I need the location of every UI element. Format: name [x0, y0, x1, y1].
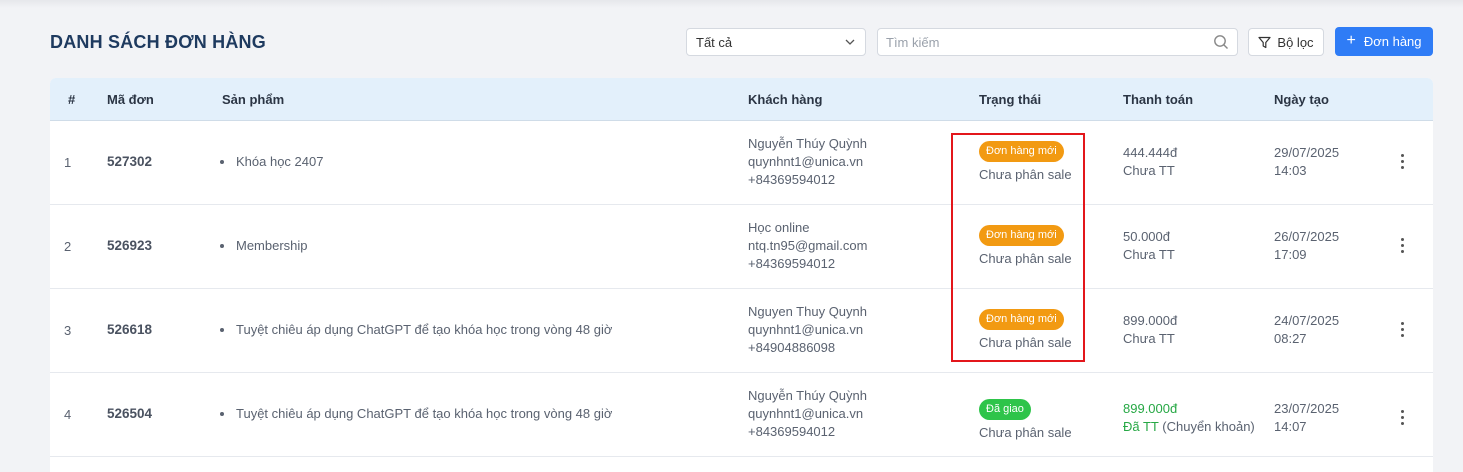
column-header-index: #: [68, 92, 76, 107]
search-box[interactable]: [877, 28, 1238, 56]
status-filter-value: Tất cả: [696, 34, 733, 50]
chevron-down-icon: [845, 39, 855, 45]
customer-email: quynhnt1@unica.vn: [748, 154, 864, 169]
table-row[interactable]: 3 526618 Tuyệt chiêu áp dụng ChatGPT để …: [50, 289, 1433, 373]
table-row[interactable]: 4 526504 Tuyệt chiêu áp dụng ChatGPT để …: [50, 373, 1433, 457]
orders-table: # Mã đơn Sản phẩm Khách hàng Trạng thái …: [50, 78, 1433, 472]
payment-status: Chưa TT: [1123, 247, 1175, 262]
column-header-code[interactable]: Mã đơn: [107, 92, 154, 107]
created-date-cell: 29/07/2025 14:03: [1274, 144, 1339, 180]
customer-info: Nguyen Thuy Quynh quynhnt1@unica.vn +849…: [748, 303, 867, 357]
customer-email: ntq.tn95@gmail.com: [748, 238, 868, 253]
customer-phone: +84369594012: [748, 256, 836, 271]
product-item: Tuyệt chiêu áp dụng ChatGPT để tạo khóa …: [220, 406, 612, 421]
product-name: Tuyệt chiêu áp dụng ChatGPT để tạo khóa …: [236, 322, 613, 337]
created-date: 29/07/2025: [1274, 145, 1340, 160]
payment-method: (Chuyển khoản): [1158, 419, 1255, 434]
order-code[interactable]: 526504: [107, 406, 152, 421]
created-time: 08:27: [1274, 331, 1307, 346]
payment-cell: 50.000đ Chưa TT: [1123, 228, 1175, 264]
status-filter-select[interactable]: Tất cả: [686, 28, 866, 56]
page-title: DANH SÁCH ĐƠN HÀNG: [50, 32, 266, 52]
filter-button-label: Bộ lọc: [1277, 34, 1314, 50]
customer-phone: +84904886098: [748, 340, 836, 355]
created-date-cell: 24/07/2025 08:27: [1274, 312, 1339, 348]
created-date: 23/07/2025: [1274, 401, 1340, 416]
customer-info: Nguyễn Thúy Quỳnh quynhnt1@unica.vn +843…: [748, 135, 867, 189]
order-code[interactable]: 526618: [107, 322, 152, 337]
table-row[interactable]: 1 527302 Khóa học 2407 Nguyễn Thúy Quỳnh…: [50, 121, 1433, 205]
customer-name: Nguyen Thuy Quynh: [748, 304, 867, 319]
order-code[interactable]: 526923: [107, 238, 152, 253]
product-item: Membership: [220, 238, 308, 253]
status-highlight-box: [951, 133, 1085, 362]
more-options-icon[interactable]: [1394, 151, 1410, 171]
created-time: 17:09: [1274, 247, 1307, 262]
column-header-payment: Thanh toán: [1123, 92, 1194, 107]
payment-amount: 899.000đ: [1123, 313, 1178, 328]
payment-cell: 444.444đ Chưa TT: [1123, 144, 1177, 180]
customer-phone: +84369594012: [748, 172, 836, 187]
row-index: 1: [64, 155, 72, 170]
product-name: Tuyệt chiêu áp dụng ChatGPT để tạo khóa …: [236, 406, 613, 421]
table-header: # Mã đơn Sản phẩm Khách hàng Trạng thái …: [50, 78, 1433, 121]
customer-name: Học online: [748, 220, 810, 235]
add-order-button[interactable]: + Đơn hàng: [1335, 27, 1433, 56]
customer-info: Học online ntq.tn95@gmail.com +843695940…: [748, 219, 867, 273]
status-badge: Đã giao: [979, 399, 1031, 420]
row-index: 3: [64, 323, 72, 338]
created-date: 26/07/2025: [1274, 229, 1340, 244]
payment-amount: 899.000đ: [1123, 401, 1178, 416]
bullet-icon: [220, 411, 224, 416]
bullet-icon: [220, 243, 224, 248]
search-input[interactable]: [886, 34, 1186, 50]
bullet-icon: [220, 159, 224, 164]
product-name: Khóa học 2407: [236, 154, 324, 169]
payment-cell: 899.000đ Chưa TT: [1123, 312, 1177, 348]
more-options-icon[interactable]: [1394, 235, 1410, 255]
product-name: Membership: [236, 238, 308, 253]
payment-status: Chưa TT: [1123, 331, 1175, 346]
more-options-icon[interactable]: [1394, 319, 1410, 339]
plus-icon: +: [1346, 31, 1356, 49]
column-header-created-date: Ngày tạo: [1274, 92, 1329, 107]
funnel-icon: [1258, 36, 1272, 48]
order-code[interactable]: 527302: [107, 154, 152, 169]
customer-phone: +84369594012: [748, 424, 836, 439]
created-time: 14:07: [1274, 419, 1307, 434]
created-date-cell: 26/07/2025 17:09: [1274, 228, 1339, 264]
column-header-customer: Khách hàng: [748, 92, 823, 107]
product-item: Khóa học 2407: [220, 154, 323, 169]
add-order-label: Đơn hàng: [1363, 34, 1422, 49]
customer-name: Nguyễn Thúy Quỳnh: [748, 136, 867, 151]
payment-amount: 50.000đ: [1123, 229, 1170, 244]
payment-cell: 899.000đ Đã TT (Chuyển khoản): [1123, 400, 1255, 436]
more-options-icon[interactable]: [1394, 407, 1410, 427]
product-item: Tuyệt chiêu áp dụng ChatGPT để tạo khóa …: [220, 322, 612, 337]
customer-email: quynhnt1@unica.vn: [748, 406, 864, 421]
payment-amount: 444.444đ: [1123, 145, 1178, 160]
created-time: 14:03: [1274, 163, 1307, 178]
status-cell: Đã giao Chưa phân sale: [979, 399, 1072, 440]
search-icon[interactable]: [1213, 34, 1229, 50]
column-header-status: Trạng thái: [979, 92, 1042, 107]
payment-status: Đã TT: [1123, 419, 1159, 434]
payment-status: Chưa TT: [1123, 163, 1175, 178]
column-header-product: Sản phẩm: [222, 92, 285, 107]
bullet-icon: [220, 327, 224, 332]
created-date: 24/07/2025: [1274, 313, 1340, 328]
customer-info: Nguyễn Thúy Quỳnh quynhnt1@unica.vn +843…: [748, 387, 867, 441]
table-row[interactable]: 2 526923 Membership Học online ntq.tn95@…: [50, 205, 1433, 289]
top-shadow: [0, 0, 1463, 8]
filter-button[interactable]: Bộ lọc: [1248, 28, 1324, 56]
sale-status: Chưa phân sale: [979, 425, 1072, 440]
customer-name: Nguyễn Thúy Quỳnh: [748, 388, 867, 403]
row-index: 4: [64, 407, 72, 422]
created-date-cell: 23/07/2025 14:07: [1274, 400, 1339, 436]
customer-email: quynhnt1@unica.vn: [748, 322, 864, 337]
row-index: 2: [64, 239, 72, 254]
